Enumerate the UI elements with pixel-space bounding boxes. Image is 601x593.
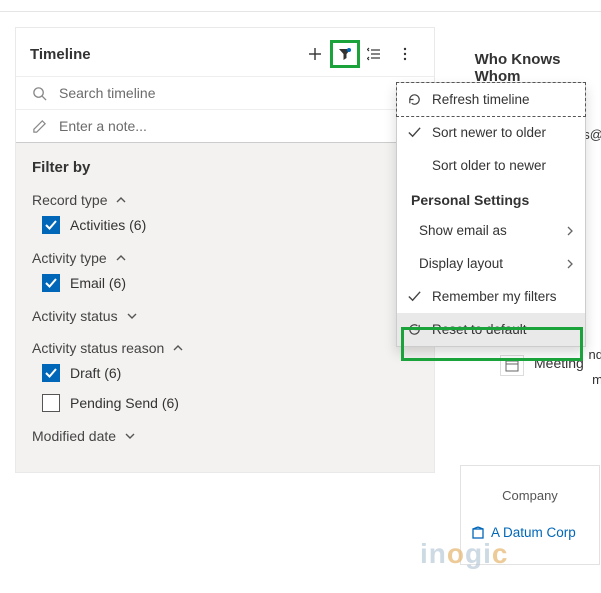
record-type-label: Record type [32,192,107,208]
menu-remember-filters[interactable]: Remember my filters [397,280,585,313]
checkbox-checked-icon[interactable] [42,364,60,382]
chevron-up-icon [172,342,184,354]
right-frag-m: m [592,372,601,387]
activity-type-email-label: Email (6) [70,275,126,291]
timeline-actions [300,40,420,68]
record-type-activities-row[interactable]: Activities (6) [42,216,418,234]
meeting-fragment: Meeting [500,355,584,376]
company-link[interactable]: A Datum Corp [471,503,589,540]
search-timeline-row[interactable]: Search timeline [16,76,434,109]
chevron-up-icon [115,252,127,264]
activity-type-label: Activity type [32,250,107,266]
checkbox-checked-icon[interactable] [42,216,60,234]
menu-show-email[interactable]: Show email as [397,214,585,247]
record-type-activities-label: Activities (6) [70,217,146,233]
company-label: Company [471,488,589,503]
right-frag-nd: nd [589,347,601,362]
meeting-label: Meeting [534,355,584,371]
checkbox-unchecked-icon[interactable] [42,394,60,412]
refresh-icon [407,92,422,107]
modified-date-label: Modified date [32,428,116,444]
menu-reset-default-label: Reset to default [432,322,527,337]
expand-collapse-button[interactable] [360,40,390,68]
chevron-down-icon [124,430,136,442]
check-icon [407,125,422,140]
activity-type-toggle[interactable]: Activity type [32,250,418,266]
menu-personal-heading: Personal Settings [397,182,585,214]
status-reason-pending-row[interactable]: Pending Send (6) [42,394,418,412]
note-placeholder: Enter a note... [59,118,147,134]
check-icon [407,289,422,304]
watermark: inogic [420,538,508,570]
filter-heading: Filter by [32,159,90,176]
reset-icon [407,322,422,337]
filter-button[interactable] [330,40,360,68]
modified-date-toggle[interactable]: Modified date [32,428,418,444]
blank-icon [407,158,422,173]
filter-panel: Filter by Record type Activities (6) Act… [16,143,434,472]
activity-status-reason-label: Activity status reason [32,340,164,356]
add-record-button[interactable] [300,40,330,68]
checkbox-checked-icon[interactable] [42,274,60,292]
chevron-right-icon [565,226,575,236]
more-commands-menu: Refresh timeline Sort newer to older Sor… [396,82,586,347]
menu-remember-filters-label: Remember my filters [432,289,557,304]
search-icon [32,86,47,101]
chevron-up-icon [115,194,127,206]
chevron-right-icon [565,259,575,269]
menu-reset-default[interactable]: Reset to default [397,313,585,346]
search-placeholder: Search timeline [59,85,156,101]
menu-refresh-label: Refresh timeline [432,92,530,107]
menu-refresh[interactable]: Refresh timeline [396,82,586,117]
calendar-icon [500,355,524,376]
menu-display-layout-label: Display layout [419,256,503,271]
menu-sort-older-label: Sort older to newer [432,158,546,173]
timeline-header: Timeline [16,28,434,76]
menu-sort-newer[interactable]: Sort newer to older [397,116,585,149]
enter-note-row[interactable]: Enter a note... [16,109,434,143]
more-commands-button[interactable] [390,40,420,68]
menu-sort-older[interactable]: Sort older to newer [397,149,585,182]
activity-status-label: Activity status [32,308,118,324]
menu-show-email-label: Show email as [419,223,507,238]
chevron-down-icon [126,310,138,322]
timeline-card: Timeline Search timeline [15,27,435,473]
timeline-title: Timeline [30,46,91,63]
status-reason-pending-label: Pending Send (6) [70,395,179,411]
pencil-icon [32,119,47,134]
status-reason-draft-row[interactable]: Draft (6) [42,364,418,382]
status-reason-draft-label: Draft (6) [70,365,121,381]
menu-sort-newer-label: Sort newer to older [432,125,546,140]
record-type-toggle[interactable]: Record type [32,192,418,208]
activity-status-toggle[interactable]: Activity status [32,308,418,324]
activity-type-email-row[interactable]: Email (6) [42,274,418,292]
app-topbar [0,0,601,12]
menu-display-layout[interactable]: Display layout [397,247,585,280]
activity-status-reason-toggle[interactable]: Activity status reason [32,340,418,356]
filter-panel-header: Filter by [32,159,418,176]
